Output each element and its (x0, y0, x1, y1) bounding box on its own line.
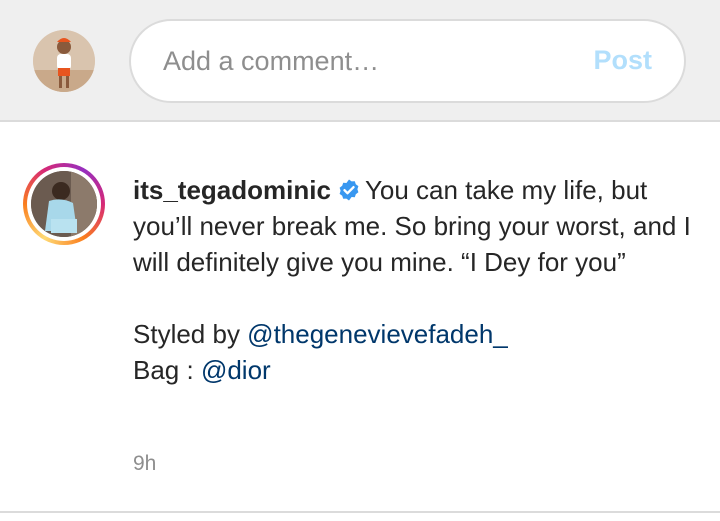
comment-input[interactable]: Add a comment… Post (129, 19, 686, 103)
caption-body: its_tegadominic You can take my life, but… (133, 172, 693, 280)
current-user-avatar[interactable] (33, 30, 95, 92)
styled-by-line: Styled by @thegenevievefadeh_ (133, 316, 693, 352)
bottom-divider (0, 511, 720, 513)
avatar-ring-gap (27, 167, 101, 241)
caption-text: its_tegadominic You can take my life, but… (133, 172, 693, 388)
bag-line: Bag : @dior (133, 352, 693, 388)
author-avatar-image (31, 171, 97, 237)
styled-by-label: Styled by (133, 319, 248, 349)
author-username[interactable]: its_tegadominic (133, 175, 331, 205)
comment-bar: Add a comment… Post (0, 0, 720, 122)
verified-badge-icon (339, 179, 359, 201)
stylist-mention-link[interactable]: @thegenevievefadeh_ (247, 319, 508, 349)
post-timestamp[interactable]: 9h (133, 452, 156, 476)
post-button[interactable]: Post (593, 45, 652, 76)
comment-placeholder: Add a comment… (163, 46, 380, 76)
brand-mention-link[interactable]: @dior (201, 355, 271, 385)
bag-label: Bag : (133, 355, 201, 385)
author-avatar[interactable] (23, 163, 105, 245)
post-caption: its_tegadominic You can take my life, but… (0, 122, 720, 511)
